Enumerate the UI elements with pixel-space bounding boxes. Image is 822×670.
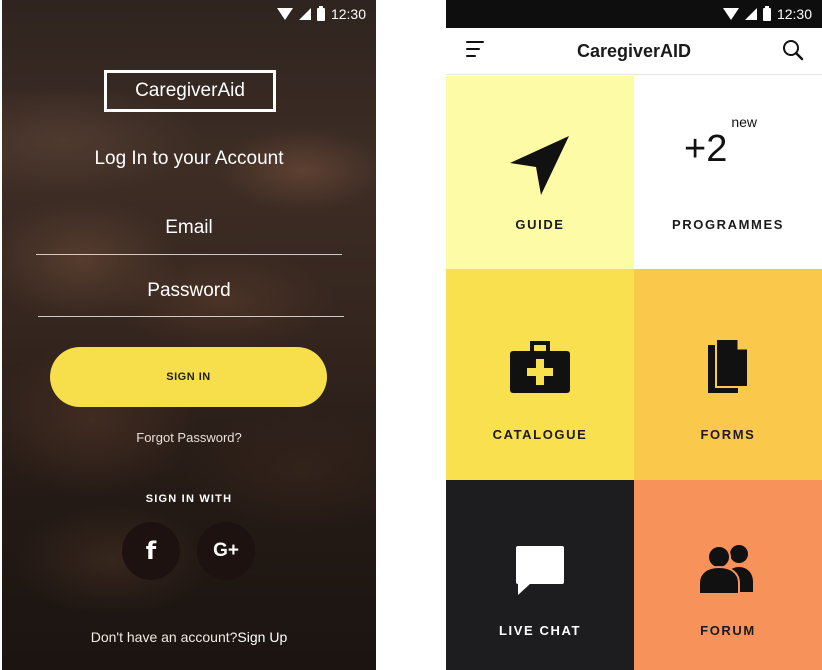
- status-bar: 12:30: [176, 0, 376, 28]
- email-field[interactable]: Email: [2, 217, 376, 239]
- guide-tile[interactable]: GUIDE: [446, 76, 634, 269]
- status-bar: 12:30: [446, 0, 822, 28]
- wifi-icon: [722, 8, 739, 20]
- signup-link[interactable]: Sign Up: [237, 629, 287, 645]
- tile-label: FORUM: [700, 623, 756, 638]
- signup-row: Don't have an account?Sign Up: [2, 629, 376, 645]
- search-icon[interactable]: [782, 39, 804, 61]
- dashboard-screen: 12:30 CaregiverAID GUIDE +2new PROGRAMME…: [446, 0, 822, 670]
- first-aid-kit-icon: [510, 341, 570, 393]
- password-field[interactable]: Password: [2, 280, 376, 302]
- catalogue-tile[interactable]: CATALOGUE: [446, 269, 634, 480]
- facebook-icon: f: [145, 537, 157, 565]
- live-chat-tile[interactable]: LIVE CHAT: [446, 480, 634, 670]
- people-icon: [698, 545, 753, 595]
- login-screen: 12:30 CaregiverAid Log In to your Accoun…: [2, 0, 376, 670]
- tile-label: GUIDE: [515, 217, 565, 232]
- documents-icon: [708, 338, 749, 393]
- google-plus-icon: G+: [213, 540, 239, 561]
- facebook-button[interactable]: f: [122, 522, 180, 580]
- google-plus-button[interactable]: G+: [197, 522, 255, 580]
- tile-label: PROGRAMMES: [671, 217, 785, 232]
- tile-label: CATALOGUE: [492, 427, 588, 442]
- app-title: CaregiverAID: [576, 41, 692, 61]
- new-programmes-count: +2new: [684, 114, 757, 171]
- new-badge: new: [731, 114, 758, 131]
- status-time: 12:30: [776, 6, 812, 22]
- chat-bubble-icon: [516, 546, 564, 595]
- feature-grid: GUIDE +2new PROGRAMMES CATALOGUE FORMS L…: [446, 76, 822, 670]
- battery-icon: [762, 5, 771, 21]
- forum-tile[interactable]: FORUM: [634, 480, 822, 670]
- programmes-count: +2: [684, 128, 728, 170]
- login-heading: Log In to your Account: [94, 148, 284, 169]
- wifi-icon: [276, 8, 293, 20]
- signal-icon: [744, 8, 757, 20]
- sign-in-with-label: SIGN IN WITH: [145, 493, 233, 505]
- sign-in-button[interactable]: SIGN IN: [50, 347, 327, 407]
- status-time: 12:30: [330, 6, 366, 22]
- app-logo: CaregiverAid: [104, 70, 276, 112]
- signup-prompt: Don't have an account?: [90, 629, 238, 645]
- forgot-password-link[interactable]: Forgot Password?: [2, 430, 376, 445]
- tile-label: LIVE CHAT: [498, 623, 582, 638]
- navigation-arrow-icon: [510, 136, 569, 195]
- tile-label: FORMS: [700, 427, 756, 442]
- password-underline: [38, 316, 344, 317]
- signal-icon: [298, 8, 311, 20]
- app-bar: CaregiverAID: [446, 28, 822, 75]
- battery-icon: [316, 5, 325, 21]
- email-underline: [36, 254, 342, 255]
- programmes-tile[interactable]: +2new PROGRAMMES: [634, 76, 822, 269]
- forms-tile[interactable]: FORMS: [634, 269, 822, 480]
